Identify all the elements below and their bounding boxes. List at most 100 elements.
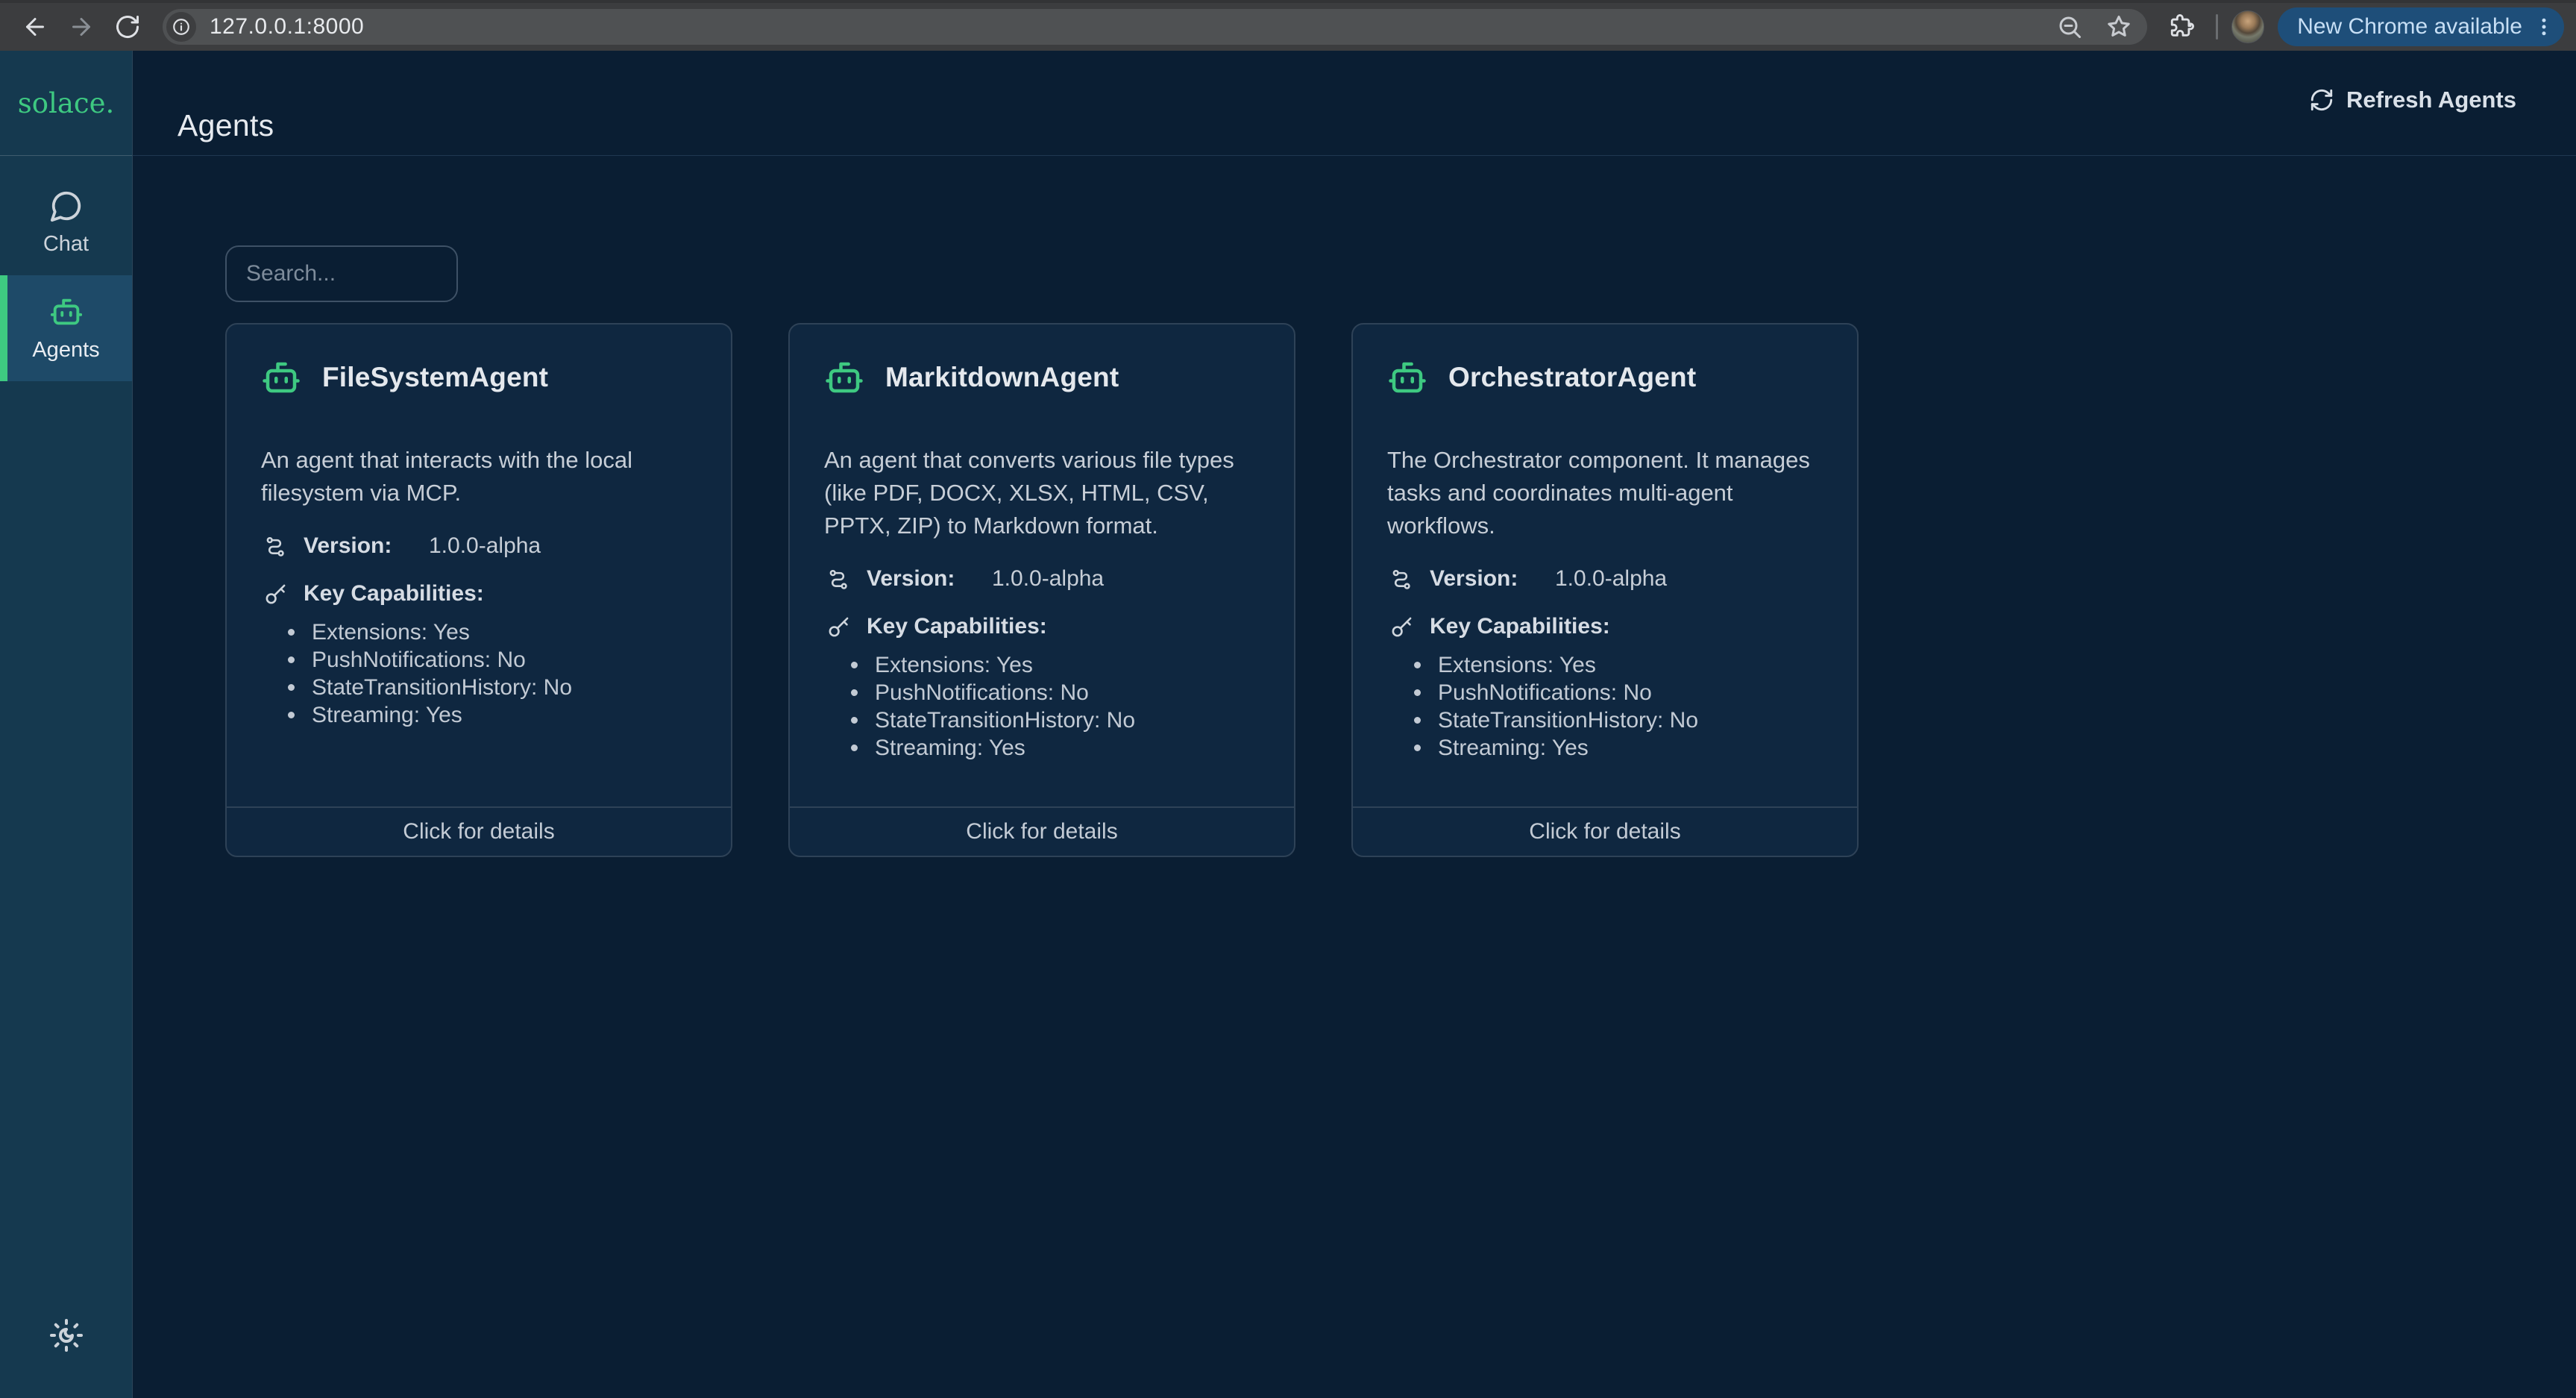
extensions-icon xyxy=(2169,14,2194,40)
capability-item: Streaming: Yes xyxy=(849,734,1260,762)
sidebar-nav: Chat Agents xyxy=(0,156,132,1273)
toolbar-divider xyxy=(2216,14,2218,40)
sidebar-item-label: Agents xyxy=(32,338,99,363)
agent-card[interactable]: OrchestratorAgent The Orchestrator compo… xyxy=(1351,323,1859,857)
agent-name: OrchestratorAgent xyxy=(1448,362,1696,393)
capability-item: Extensions: Yes xyxy=(1413,651,1823,679)
back-button[interactable] xyxy=(12,4,58,50)
logo-area: solace. xyxy=(0,51,132,156)
forward-button[interactable] xyxy=(58,4,104,50)
agent-description: An agent that interacts with the local f… xyxy=(261,444,697,510)
app-shell: solace. Chat Agents Agents Refresh Agen xyxy=(0,51,2576,1398)
agent-description: An agent that converts various file type… xyxy=(824,444,1260,542)
chrome-update-label: New Chrome available xyxy=(2297,14,2522,40)
capability-item: PushNotifications: No xyxy=(1413,679,1823,706)
capabilities-list: Extensions: YesPushNotifications: NoStat… xyxy=(1387,651,1823,762)
extensions-button[interactable] xyxy=(2161,6,2202,48)
agent-description: The Orchestrator component. It manages t… xyxy=(1387,444,1823,542)
zoom-out-icon[interactable] xyxy=(2056,13,2083,40)
bot-icon xyxy=(824,357,864,398)
reload-button[interactable] xyxy=(104,4,151,50)
capability-item: Streaming: Yes xyxy=(1413,734,1823,762)
capability-item: Streaming: Yes xyxy=(286,701,697,729)
agent-capabilities-row: Key Capabilities: xyxy=(824,614,1260,639)
agent-version-row: Version: 1.0.0-alpha xyxy=(1387,566,1823,592)
sidebar-item-chat[interactable]: Chat xyxy=(0,169,132,275)
sidebar: solace. Chat Agents xyxy=(0,51,133,1398)
agent-version-row: Version: 1.0.0-alpha xyxy=(824,566,1260,592)
agent-card-body: OrchestratorAgent The Orchestrator compo… xyxy=(1353,325,1857,806)
agent-card[interactable]: MarkitdownAgent An agent that converts v… xyxy=(788,323,1295,857)
agent-card-body: FileSystemAgent An agent that interacts … xyxy=(227,325,731,806)
browser-toolbar: 127.0.0.1:8000 New Chrome available xyxy=(0,0,2576,51)
version-icon xyxy=(827,568,850,591)
refresh-icon xyxy=(2309,87,2334,113)
version-value: 1.0.0-alpha xyxy=(429,533,541,559)
agent-card-header: FileSystemAgent xyxy=(261,357,697,398)
info-icon xyxy=(172,17,191,37)
agent-card[interactable]: FileSystemAgent An agent that interacts … xyxy=(225,323,732,857)
bot-icon xyxy=(261,357,301,398)
profile-avatar[interactable] xyxy=(2231,10,2264,43)
agent-card-header: OrchestratorAgent xyxy=(1387,357,1823,398)
agent-version-row: Version: 1.0.0-alpha xyxy=(261,533,697,559)
key-icon xyxy=(827,615,850,639)
version-label: Version: xyxy=(867,566,992,592)
more-vertical-icon[interactable] xyxy=(2533,16,2555,38)
bot-icon xyxy=(49,295,84,329)
solace-logo: solace. xyxy=(18,87,115,119)
agent-name: FileSystemAgent xyxy=(322,362,548,393)
capabilities-label: Key Capabilities: xyxy=(867,614,1047,639)
bot-icon xyxy=(1387,357,1427,398)
capability-item: StateTransitionHistory: No xyxy=(1413,706,1823,734)
key-icon xyxy=(264,583,287,606)
chrome-update-button[interactable]: New Chrome available xyxy=(2278,7,2564,46)
agent-card-body: MarkitdownAgent An agent that converts v… xyxy=(790,325,1294,806)
capabilities-list: Extensions: YesPushNotifications: NoStat… xyxy=(824,651,1260,762)
theme-area xyxy=(0,1273,132,1398)
agent-name: MarkitdownAgent xyxy=(885,362,1119,393)
main-area: Agents Refresh Agents FileSystemAgent An… xyxy=(133,51,2576,1398)
key-icon xyxy=(1390,615,1413,639)
version-icon xyxy=(264,535,287,558)
refresh-agents-label: Refresh Agents xyxy=(2346,87,2516,113)
agent-cards: FileSystemAgent An agent that interacts … xyxy=(225,323,2531,857)
capabilities-label: Key Capabilities: xyxy=(1430,614,1610,639)
capability-item: PushNotifications: No xyxy=(849,679,1260,706)
site-info-button[interactable] xyxy=(166,12,196,42)
page-header: Agents Refresh Agents xyxy=(133,51,2576,156)
chat-icon xyxy=(49,189,84,223)
reload-icon xyxy=(114,13,141,40)
capabilities-label: Key Capabilities: xyxy=(304,581,484,606)
sidebar-item-agents[interactable]: Agents xyxy=(0,275,132,381)
version-value: 1.0.0-alpha xyxy=(1555,566,1667,592)
agent-capabilities-row: Key Capabilities: xyxy=(261,581,697,606)
url-text: 127.0.0.1:8000 xyxy=(210,14,364,40)
sidebar-item-label: Chat xyxy=(43,232,89,257)
agent-card-footer[interactable]: Click for details xyxy=(790,806,1294,856)
forward-icon xyxy=(68,13,95,40)
capability-item: Extensions: Yes xyxy=(286,618,697,646)
agent-capabilities-row: Key Capabilities: xyxy=(1387,614,1823,639)
toolbar-right-cluster: New Chrome available xyxy=(2161,6,2564,48)
capability-item: StateTransitionHistory: No xyxy=(849,706,1260,734)
address-bar[interactable]: 127.0.0.1:8000 xyxy=(163,9,2147,45)
capability-item: StateTransitionHistory: No xyxy=(286,674,697,701)
capability-item: Extensions: Yes xyxy=(849,651,1260,679)
agent-card-header: MarkitdownAgent xyxy=(824,357,1260,398)
agent-card-footer[interactable]: Click for details xyxy=(1353,806,1857,856)
theme-toggle-button[interactable] xyxy=(43,1311,90,1359)
active-indicator xyxy=(0,275,7,381)
version-label: Version: xyxy=(1430,566,1555,592)
back-icon xyxy=(22,13,48,40)
sun-moon-icon xyxy=(48,1317,84,1353)
version-value: 1.0.0-alpha xyxy=(992,566,1104,592)
version-icon xyxy=(1390,568,1413,591)
version-label: Version: xyxy=(304,533,429,559)
agent-card-footer[interactable]: Click for details xyxy=(227,806,731,856)
search-input[interactable] xyxy=(225,245,458,302)
page-title: Agents xyxy=(178,108,274,143)
refresh-agents-button[interactable]: Refresh Agents xyxy=(2309,87,2516,113)
bookmark-star-icon[interactable] xyxy=(2105,13,2132,40)
capability-item: PushNotifications: No xyxy=(286,646,697,674)
